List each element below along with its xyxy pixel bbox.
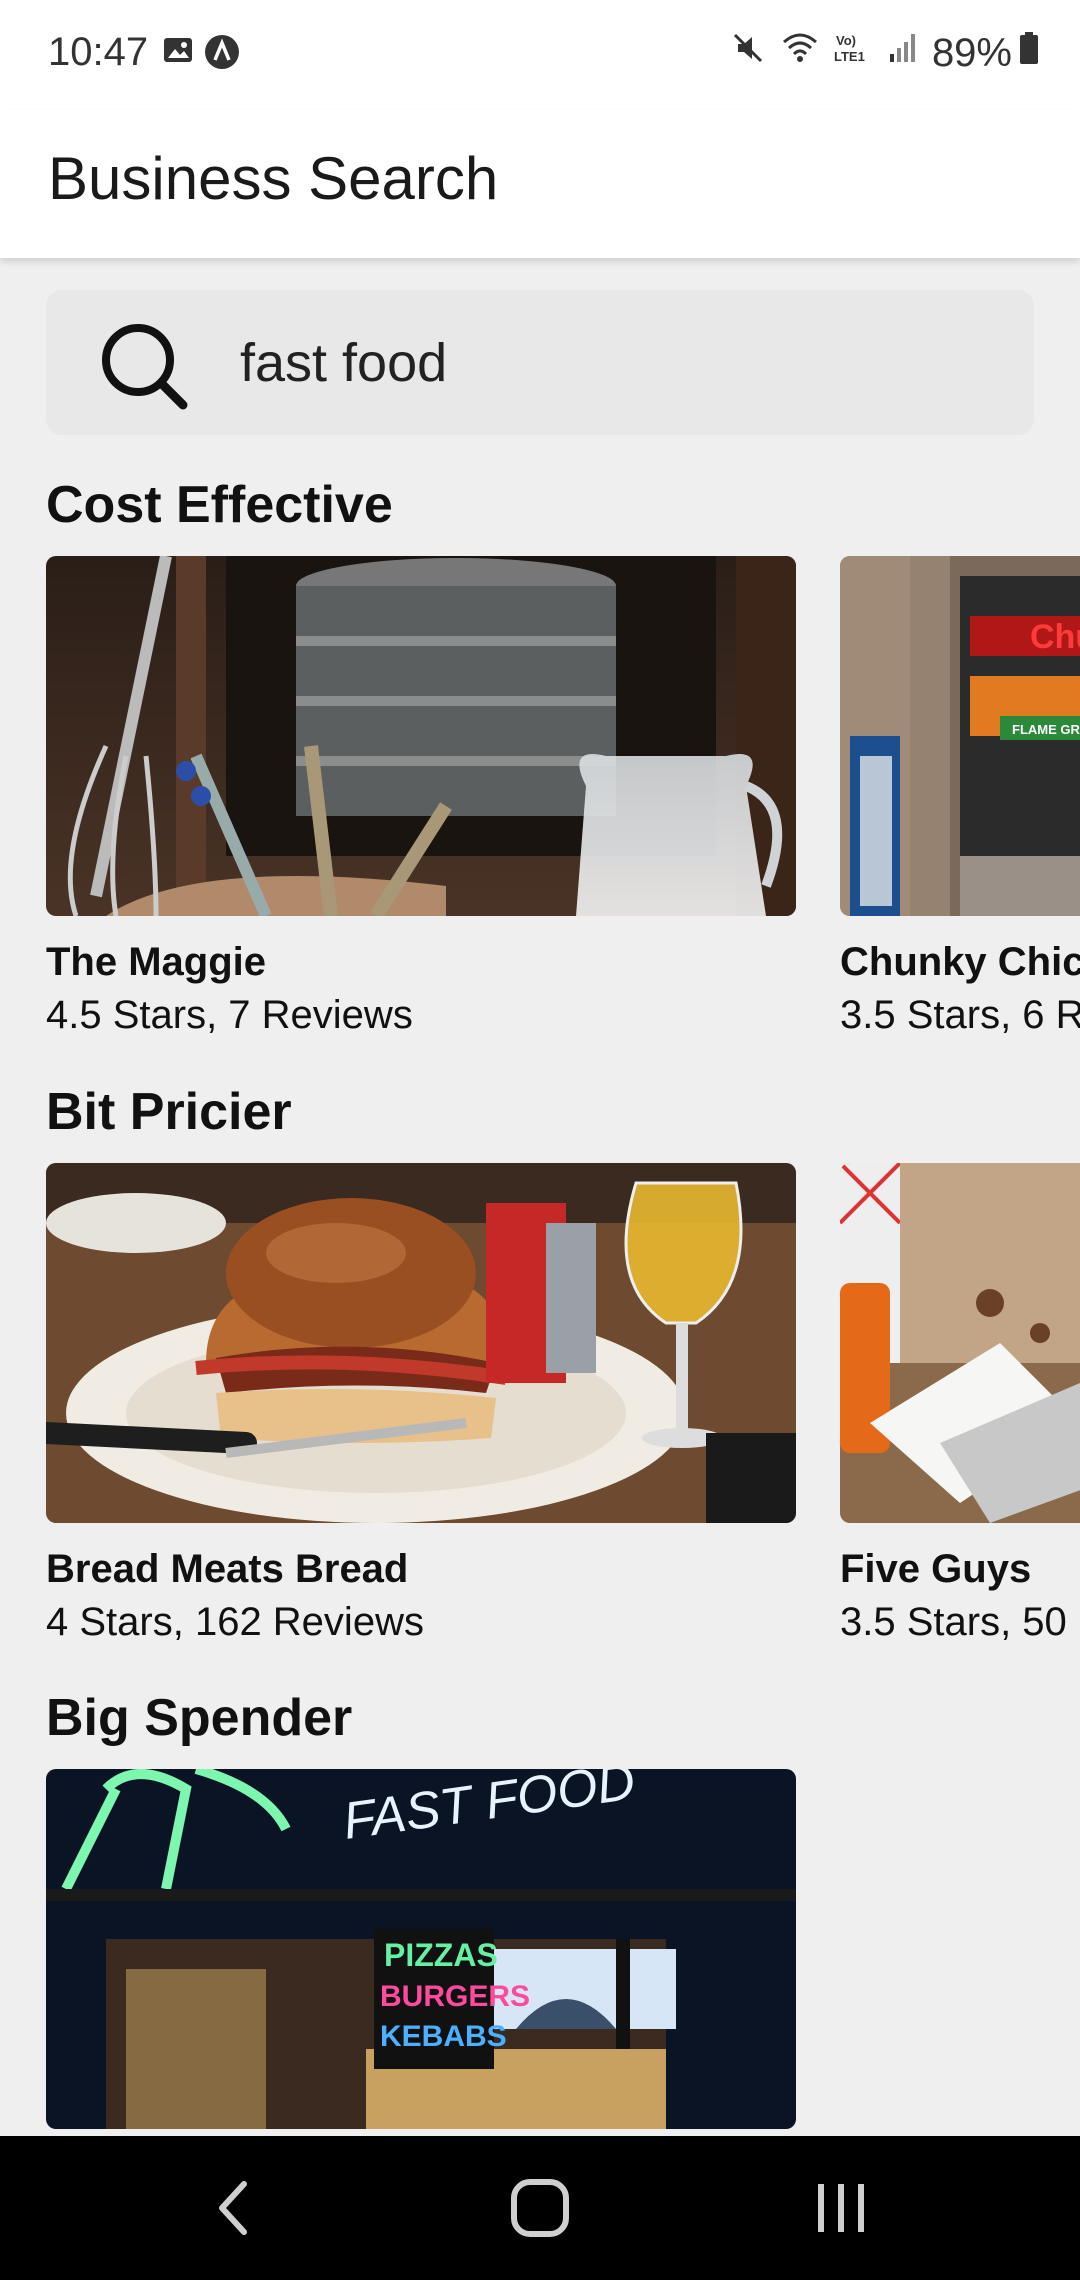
business-rating: 3.5 Stars, 50 (840, 1600, 1067, 1644)
business-card-big-spender-1[interactable]: FAST FOOD PIZZAS BURGERS KEBABS (46, 1769, 796, 2129)
storefront-sign: Chu (1030, 618, 1080, 656)
sign-pizzas: PIZZAS (384, 1937, 498, 1973)
business-card-bread-meats-bread[interactable]: Bread Meats Bread 4 Stars, 162 Reviews (46, 1163, 796, 1645)
business-photo[interactable] (840, 1163, 1080, 1523)
content-area[interactable]: Cost Effective (0, 0, 1080, 2136)
business-name[interactable]: The Maggie (46, 940, 796, 985)
business-card-five-guys[interactable]: Five Guys 3.5 Stars, 50 (840, 1163, 1080, 1645)
back-icon[interactable] (212, 2176, 252, 2245)
business-rating: 3.5 Stars, 6 R (840, 993, 1080, 1037)
business-photo[interactable] (46, 1163, 796, 1523)
search-input[interactable] (240, 320, 1000, 405)
search-bar[interactable] (46, 290, 1034, 435)
recents-icon[interactable] (812, 2176, 872, 2245)
business-card-the-maggie[interactable]: The Maggie 4.5 Stars, 7 Reviews (46, 556, 796, 1038)
section-title-big-spender: Big Spender (46, 1689, 353, 1747)
search-icon[interactable] (98, 320, 190, 417)
flame-grill-sign: FLAME GRILL (1012, 722, 1080, 737)
business-name[interactable]: Chunky Chic (840, 940, 1080, 985)
business-name[interactable]: Five Guys (840, 1547, 1080, 1592)
business-photo[interactable]: FAST FOOD PIZZAS BURGERS KEBABS (46, 1769, 796, 2129)
business-photo[interactable]: Chu FLAME GRILL (840, 556, 1080, 916)
section-title-cost-effective: Cost Effective (46, 476, 393, 534)
system-navigation-bar (0, 2136, 1080, 2280)
section-title-bit-pricier: Bit Pricier (46, 1083, 292, 1141)
business-rating: 4 Stars, 162 Reviews (46, 1600, 424, 1644)
sign-burgers: BURGERS (380, 1980, 530, 2013)
business-photo[interactable] (46, 556, 796, 916)
business-rating: 4.5 Stars, 7 Reviews (46, 993, 413, 1037)
business-name[interactable]: Bread Meats Bread (46, 1547, 796, 1592)
sign-kebabs: KEBABS (380, 2020, 507, 2053)
home-icon[interactable] (508, 2176, 572, 2245)
business-card-chunky-chicken[interactable]: Chu FLAME GRILL Chunky Chic 3.5 Stars, 6… (840, 556, 1080, 1038)
